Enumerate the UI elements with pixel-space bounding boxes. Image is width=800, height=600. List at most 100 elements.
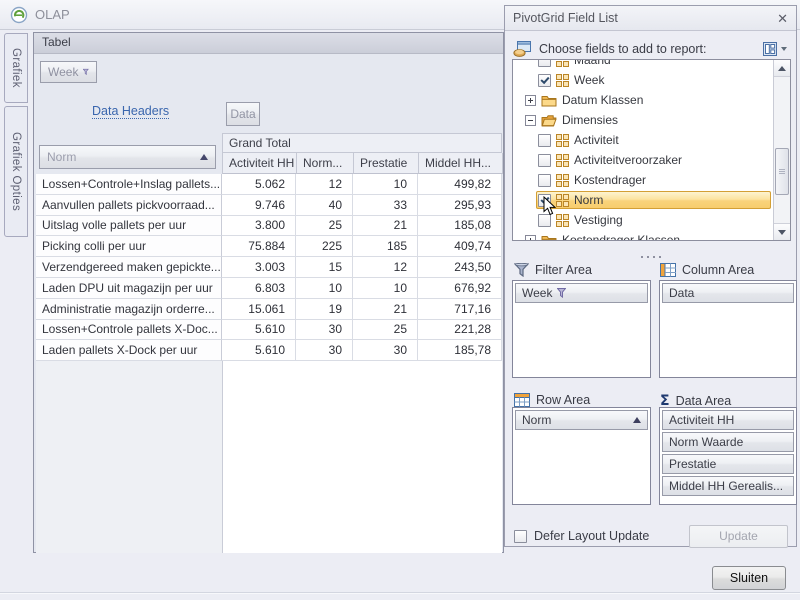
column-header-norm[interactable]: Norm... bbox=[297, 153, 354, 174]
data-cell[interactable]: 225 bbox=[296, 236, 353, 257]
row-header-cell[interactable]: Verzendgereed maken gepickte... bbox=[36, 257, 222, 278]
scroll-up-button[interactable] bbox=[774, 60, 790, 77]
data-cell[interactable]: 5.062 bbox=[222, 174, 296, 195]
tab-grafiek-opties[interactable]: Grafiek Opties bbox=[4, 106, 28, 237]
data-cell[interactable]: 10 bbox=[353, 174, 418, 195]
field-checkbox[interactable] bbox=[538, 134, 551, 147]
data-cell[interactable]: 185 bbox=[353, 236, 418, 257]
tree-item-maand[interactable]: Maand bbox=[513, 59, 773, 70]
update-button[interactable]: Update bbox=[689, 525, 788, 548]
data-cell[interactable]: 9.746 bbox=[222, 195, 296, 216]
tree-scrollbar[interactable] bbox=[773, 60, 790, 240]
column-area-box[interactable]: Data bbox=[659, 280, 797, 378]
data-cell[interactable]: 295,93 bbox=[418, 195, 502, 216]
data-cell[interactable]: 40 bbox=[296, 195, 353, 216]
row-header-cell[interactable]: Lossen+Controle+Inslag pallets... bbox=[36, 174, 222, 195]
splitter-handle[interactable] bbox=[505, 248, 796, 254]
field-checkbox[interactable] bbox=[538, 174, 551, 187]
expand-icon[interactable] bbox=[525, 235, 536, 242]
column-header-activiteit-hh[interactable]: Activiteit HH bbox=[223, 153, 297, 174]
data-cell[interactable]: 75.884 bbox=[222, 236, 296, 257]
tree-item-vestiging[interactable]: Vestiging bbox=[513, 210, 773, 230]
area-field-middel-hh-gerealis[interactable]: Middel HH Gerealis... bbox=[662, 476, 794, 496]
scrollbar-thumb[interactable] bbox=[775, 148, 789, 195]
tree-item-kostendrager-klassen[interactable]: Kostendrager Klassen bbox=[513, 230, 773, 241]
field-checkbox[interactable] bbox=[538, 214, 551, 227]
data-cell[interactable]: 21 bbox=[353, 299, 418, 320]
filter-area-box[interactable]: Week bbox=[512, 280, 651, 378]
data-cell[interactable]: 10 bbox=[296, 278, 353, 299]
field-checkbox[interactable] bbox=[538, 59, 551, 67]
data-headers-link[interactable]: Data Headers bbox=[92, 104, 169, 119]
layout-button[interactable] bbox=[760, 40, 790, 58]
row-header-cell[interactable]: Aanvullen pallets pickvoorraad... bbox=[36, 195, 222, 216]
area-field-activiteit-hh[interactable]: Activiteit HH bbox=[662, 410, 794, 430]
field-checkbox[interactable] bbox=[538, 194, 551, 207]
row-header-cell[interactable]: Laden pallets X-Dock per uur bbox=[36, 340, 222, 361]
data-cell[interactable]: 25 bbox=[353, 320, 418, 341]
row-header-cell[interactable]: Uitslag volle pallets per uur bbox=[36, 216, 222, 237]
data-cell[interactable]: 19 bbox=[296, 299, 353, 320]
area-field-prestatie[interactable]: Prestatie bbox=[662, 454, 794, 474]
data-cell[interactable]: 243,50 bbox=[418, 257, 502, 278]
grid-corner-spacer bbox=[36, 133, 222, 153]
filter-field-week-button[interactable]: Week bbox=[40, 61, 97, 83]
grand-total-header[interactable]: Grand Total bbox=[222, 133, 502, 153]
row-area-box[interactable]: Norm bbox=[512, 407, 651, 505]
area-field-norm-waarde[interactable]: Norm Waarde bbox=[662, 432, 794, 452]
data-field-button[interactable]: Data bbox=[226, 102, 260, 126]
data-cell[interactable]: 21 bbox=[353, 216, 418, 237]
field-checkbox[interactable] bbox=[538, 74, 551, 87]
defer-layout-checkbox[interactable] bbox=[514, 530, 527, 543]
area-field-data[interactable]: Data bbox=[662, 283, 794, 303]
data-cell[interactable]: 3.003 bbox=[222, 257, 296, 278]
data-cell[interactable]: 25 bbox=[296, 216, 353, 237]
data-cell[interactable]: 10 bbox=[353, 278, 418, 299]
row-header-cell[interactable]: Laden DPU uit magazijn per uur bbox=[36, 278, 222, 299]
tree-item-datum-klassen[interactable]: Datum Klassen bbox=[513, 90, 773, 110]
sluiten-button[interactable]: Sluiten bbox=[712, 566, 786, 590]
field-checkbox[interactable] bbox=[538, 154, 551, 167]
data-cell[interactable]: 30 bbox=[296, 320, 353, 341]
close-icon[interactable]: ✕ bbox=[777, 12, 788, 25]
tab-grafiek[interactable]: Grafiek bbox=[4, 33, 28, 103]
data-cell[interactable]: 676,92 bbox=[418, 278, 502, 299]
data-cell[interactable]: 185,08 bbox=[418, 216, 502, 237]
area-field-label: Activiteit HH bbox=[669, 413, 734, 427]
data-cell[interactable]: 30 bbox=[353, 340, 418, 361]
data-area-box[interactable]: Activiteit HH Norm WaardePrestatieMiddel … bbox=[659, 407, 797, 505]
tree-item-kostendrager[interactable]: Kostendrager bbox=[513, 170, 773, 190]
data-cell[interactable]: 221,28 bbox=[418, 320, 502, 341]
area-field-week[interactable]: Week bbox=[515, 283, 648, 303]
tree-item-activiteit[interactable]: Activiteit bbox=[513, 130, 773, 150]
data-cell[interactable]: 3.800 bbox=[222, 216, 296, 237]
data-cell[interactable]: 33 bbox=[353, 195, 418, 216]
tree-item-label: Norm bbox=[574, 193, 603, 207]
tree-item-norm[interactable]: Norm bbox=[513, 190, 773, 210]
row-header-cell[interactable]: Picking colli per uur bbox=[36, 236, 222, 257]
tree-item-dimensies[interactable]: Dimensies bbox=[513, 110, 773, 130]
data-cell[interactable]: 409,74 bbox=[418, 236, 502, 257]
data-cell[interactable]: 5.610 bbox=[222, 340, 296, 361]
data-cell[interactable]: 185,78 bbox=[418, 340, 502, 361]
data-cell[interactable]: 30 bbox=[296, 340, 353, 361]
field-icon bbox=[556, 74, 569, 87]
collapse-icon[interactable] bbox=[525, 115, 536, 126]
data-cell[interactable]: 12 bbox=[353, 257, 418, 278]
data-cell[interactable]: 15.061 bbox=[222, 299, 296, 320]
tree-item-week[interactable]: Week bbox=[513, 70, 773, 90]
data-cell[interactable]: 12 bbox=[296, 174, 353, 195]
column-header-middel-hh[interactable]: Middel HH... bbox=[419, 153, 503, 174]
data-cell[interactable]: 15 bbox=[296, 257, 353, 278]
data-cell[interactable]: 717,16 bbox=[418, 299, 502, 320]
column-header-prestatie[interactable]: Prestatie bbox=[354, 153, 419, 174]
tree-item-activiteitveroorzaker[interactable]: Activiteitveroorzaker bbox=[513, 150, 773, 170]
scroll-down-button[interactable] bbox=[774, 223, 790, 240]
row-header-cell[interactable]: Administratie magazijn orderre... bbox=[36, 299, 222, 320]
data-cell[interactable]: 6.803 bbox=[222, 278, 296, 299]
data-cell[interactable]: 5.610 bbox=[222, 320, 296, 341]
row-header-cell[interactable]: Lossen+Controle pallets X-Doc... bbox=[36, 320, 222, 341]
area-field-norm[interactable]: Norm bbox=[515, 410, 648, 430]
data-cell[interactable]: 499,82 bbox=[418, 174, 502, 195]
expand-icon[interactable] bbox=[525, 95, 536, 106]
